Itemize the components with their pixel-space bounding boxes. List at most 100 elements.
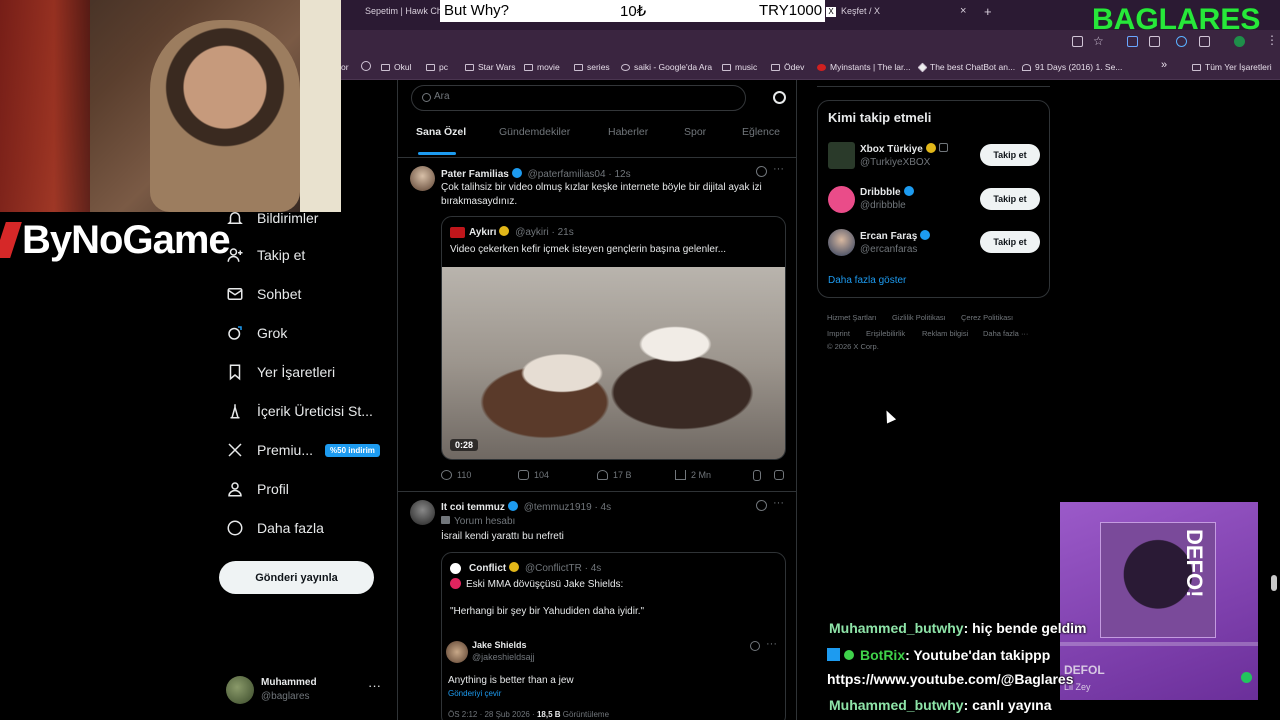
account-switcher[interactable]: Muhammed @baglares ··· [226, 672, 386, 708]
tab-entertainment[interactable]: Eğlence [742, 126, 780, 138]
tweet[interactable]: It coi temmuz @temmuz1919 · 4s ··· Yorum… [398, 492, 796, 720]
nav-chat[interactable]: Sohbet [226, 285, 301, 303]
more-icon[interactable]: ··· [773, 163, 784, 175]
verified-badge-icon [920, 230, 931, 240]
bookmark-pc[interactable]: pc [426, 62, 448, 72]
quoted-tweet[interactable]: Aykırı @aykiri · 21s Video çekerken kefi… [441, 216, 786, 460]
suggested-user-name[interactable]: Dribbble [860, 186, 917, 198]
footer-more-link[interactable]: Daha fazla ··· [983, 329, 1028, 338]
avatar[interactable] [828, 186, 855, 213]
tab-for-you[interactable]: Sana Özel [416, 126, 466, 138]
google-icon [621, 64, 630, 71]
new-tab-button[interactable]: + [984, 4, 992, 19]
show-more-link[interactable]: Daha fazla göster [828, 275, 906, 286]
tab-news[interactable]: Haberler [608, 126, 648, 138]
red-circle-icon [450, 578, 461, 589]
grok-explain-icon[interactable] [756, 500, 767, 511]
globe-icon[interactable] [361, 61, 371, 71]
grok-explain-icon[interactable] [750, 641, 760, 651]
bookmark-saiki[interactable]: saiki - Google'da Ara [621, 62, 712, 72]
affiliate-icon [938, 143, 948, 152]
reply-button[interactable]: 110 [441, 470, 471, 480]
chat-message: BotRix: Youtube'dan takippp [827, 647, 1050, 663]
avatar[interactable] [410, 166, 435, 191]
person-icon [226, 480, 244, 498]
nav-notifications[interactable]: Bildirimler [226, 209, 318, 227]
bookmark-odev[interactable]: Ödev [771, 62, 804, 72]
share-button[interactable] [774, 470, 789, 480]
footer-terms-link[interactable]: Hizmet Şartları [827, 313, 877, 322]
suggested-user-name[interactable]: Ercan Faraş [860, 230, 933, 242]
nav-profile[interactable]: Profil [226, 480, 289, 498]
video-player[interactable]: 0:28 [442, 267, 785, 459]
tab-explore-x[interactable]: Keşfet / X [841, 6, 880, 16]
divider [398, 157, 796, 158]
like-button[interactable]: 17 B [597, 470, 632, 480]
tab-close-icon[interactable]: × [960, 5, 966, 17]
footer-privacy-link[interactable]: Gizlilik Politikası [892, 313, 946, 322]
follow-button[interactable]: Takip et [980, 231, 1040, 253]
post-button[interactable]: Gönderi yayınla [219, 561, 374, 594]
bookmark-button[interactable] [753, 470, 766, 481]
tweet[interactable]: Pater Familias @paterfamilias04 · 12s ··… [398, 160, 796, 490]
extension-icon[interactable] [1149, 36, 1160, 47]
bookmarks-overflow-icon[interactable]: » [1161, 59, 1167, 71]
nav-more[interactable]: Daha fazla [226, 519, 324, 537]
puzzle-icon[interactable] [1199, 36, 1210, 47]
bookmark-myinstants[interactable]: Myinstants | The lar... [817, 62, 910, 72]
bookmark-star-wars[interactable]: Star Wars [465, 62, 515, 72]
nav-creator-studio[interactable]: İçerik Üreticisi St... [226, 402, 373, 420]
footer-imprint-link[interactable]: Imprint [827, 329, 850, 338]
translate-icon[interactable] [1127, 36, 1138, 47]
quoted-tweet[interactable]: Conflict @ConflictTR · 4s Eski MMA dövüş… [441, 552, 786, 720]
search-input[interactable] [434, 91, 734, 102]
more-icon[interactable]: ··· [766, 638, 777, 650]
avatar[interactable] [410, 500, 435, 525]
tab-trending[interactable]: Gündemdekiler [499, 126, 570, 138]
vpn-icon[interactable] [1176, 36, 1187, 47]
suggested-user-name[interactable]: Xbox Türkiye [860, 143, 948, 155]
bookmark-91-days[interactable]: 91 Days (2016) 1. Se... [1022, 62, 1122, 72]
nav-grok[interactable]: Grok [226, 324, 287, 342]
tweet-author[interactable]: It coi temmuz @temmuz1919 · 4s [441, 501, 611, 513]
bookmark-okul[interactable]: Okul [381, 62, 411, 72]
page-scrollbar[interactable] [1271, 575, 1277, 591]
nav-follow[interactable]: Takip et [226, 246, 305, 264]
bookmark-chatbot[interactable]: The best ChatBot an... [917, 62, 1015, 73]
webcam-light [300, 0, 341, 212]
avatar[interactable] [828, 142, 855, 169]
tab-sports[interactable]: Spor [684, 126, 706, 138]
more-icon[interactable]: ··· [368, 678, 381, 693]
bookmark-series[interactable]: series [574, 62, 610, 72]
quote-text: "Herhangi bir şey bir Yahudiden daha iyi… [450, 606, 645, 617]
views-button[interactable]: 2 Mn [675, 470, 711, 480]
tab-hawk-chair[interactable]: Sepetim | Hawk Chair [365, 6, 452, 16]
donation-title: But Why? [444, 2, 510, 19]
avatar[interactable] [828, 229, 855, 256]
footer-cookie-link[interactable]: Çerez Politikası [961, 313, 1013, 322]
repost-icon [518, 470, 529, 480]
footer-accessibility-link[interactable]: Erişilebilirlik [866, 329, 905, 338]
bookmark-partial[interactable]: or [341, 62, 349, 72]
chatbot-icon [917, 62, 928, 73]
anime-icon [1022, 64, 1031, 71]
tweet-author[interactable]: Pater Familias @paterfamilias04 · 12s [441, 168, 631, 180]
follow-button[interactable]: Takip et [980, 188, 1040, 210]
nav-bookmarks[interactable]: Yer İşaretleri [226, 363, 335, 381]
all-bookmarks[interactable]: Tüm Yer İşaretleri [1192, 62, 1272, 72]
bookmark-music[interactable]: music [722, 62, 757, 72]
bookmark-movie[interactable]: movie [524, 62, 560, 72]
translate-link[interactable]: Gönderiyi çevir [448, 689, 501, 698]
kebab-menu-icon[interactable]: ⋮ [1266, 33, 1278, 47]
follow-button[interactable]: Takip et [980, 144, 1040, 166]
nav-premium[interactable]: Premiu... %50 indirim [226, 441, 380, 459]
settings-icon[interactable] [773, 91, 786, 104]
grok-explain-icon[interactable] [756, 166, 767, 177]
profile-icon[interactable] [1234, 36, 1245, 47]
repost-button[interactable]: 104 [518, 470, 549, 480]
more-icon[interactable]: ··· [773, 497, 784, 509]
footer-ads-link[interactable]: Reklam bilgisi [922, 329, 968, 338]
search-box[interactable] [411, 85, 746, 111]
screenshot-icon[interactable] [1072, 36, 1083, 47]
bookmark-icon [226, 363, 244, 381]
